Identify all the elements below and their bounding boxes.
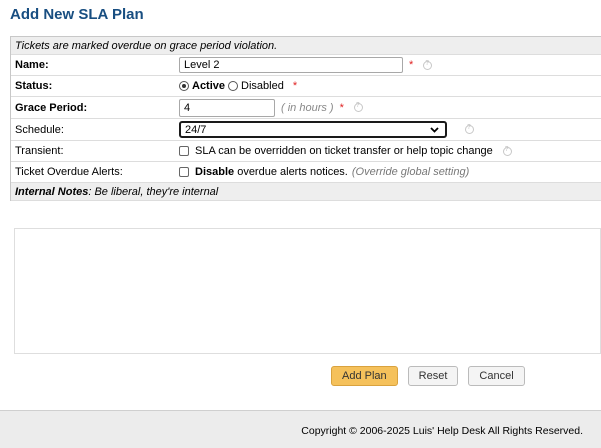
schedule-label: Schedule:	[15, 123, 64, 136]
schedule-row: Schedule: 24/7	[11, 119, 601, 141]
help-icon[interactable]	[465, 124, 474, 134]
add-plan-button[interactable]: Add Plan	[331, 366, 398, 386]
transient-label: Transient:	[15, 145, 64, 157]
grace-period-input[interactable]	[179, 98, 275, 117]
required-mark: *	[409, 59, 414, 71]
status-active-radio[interactable]	[179, 81, 189, 91]
overdue-alerts-label: Ticket Overdue Alerts:	[15, 166, 123, 178]
form-notice-row: Tickets are marked overdue on grace peri…	[11, 37, 601, 55]
footer-copyright: Copyright © 2006-2025 Luis' Help Desk Al…	[301, 425, 583, 437]
internal-notes-hint: : Be liberal, they're internal	[88, 185, 219, 198]
help-icon[interactable]	[423, 60, 433, 70]
transient-text[interactable]: SLA can be overridden on ticket transfer…	[195, 145, 493, 157]
overdue-alerts-text: overdue alerts notices.	[234, 166, 348, 178]
schedule-select[interactable]: 24/7	[179, 121, 447, 138]
status-disabled-radio[interactable]	[228, 81, 239, 91]
grace-period-hint: ( in hours )	[281, 101, 334, 114]
overdue-alerts-hint: (Override global setting)	[351, 166, 470, 178]
page-title: Add New SLA Plan	[10, 6, 144, 23]
transient-checkbox[interactable]	[179, 146, 189, 156]
internal-notes-label: Internal Notes	[15, 185, 89, 198]
internal-notes-header: Internal Notes : Be liberal, they're int…	[11, 183, 601, 201]
transient-row: Transient: SLA can be overridden on tick…	[11, 141, 601, 162]
required-mark: *	[339, 101, 344, 114]
overdue-alerts-row: Ticket Overdue Alerts: Disable overdue a…	[11, 162, 601, 183]
footer: Copyright © 2006-2025 Luis' Help Desk Al…	[0, 411, 601, 448]
grace-period-row: Grace Period: ( in hours ) *	[11, 97, 601, 119]
grace-period-label: Grace Period:	[15, 101, 88, 114]
status-active-label[interactable]: Active	[192, 80, 225, 92]
required-mark: *	[292, 80, 298, 92]
name-input[interactable]	[179, 57, 403, 73]
status-label: Status:	[15, 80, 53, 92]
help-icon[interactable]	[353, 102, 363, 112]
name-label: Name:	[15, 59, 49, 71]
chevron-down-icon	[430, 126, 439, 133]
internal-notes-textarea[interactable]	[14, 228, 601, 354]
status-row: Status: Active Disabled *	[11, 76, 601, 97]
schedule-selected-value: 24/7	[185, 123, 207, 136]
form-buttons: Add Plan Reset Cancel	[331, 366, 525, 386]
name-row: Name: *	[11, 55, 601, 76]
help-icon[interactable]	[502, 146, 512, 156]
status-disabled-label[interactable]: Disabled	[241, 80, 284, 92]
form-notice: Tickets are marked overdue on grace peri…	[15, 39, 278, 52]
reset-button[interactable]: Reset	[407, 366, 459, 386]
cancel-button[interactable]: Cancel	[468, 366, 525, 386]
overdue-alerts-checkbox[interactable]	[179, 167, 189, 177]
overdue-alerts-strong: Disable	[195, 166, 235, 178]
sla-form: Tickets are marked overdue on grace peri…	[10, 36, 601, 201]
